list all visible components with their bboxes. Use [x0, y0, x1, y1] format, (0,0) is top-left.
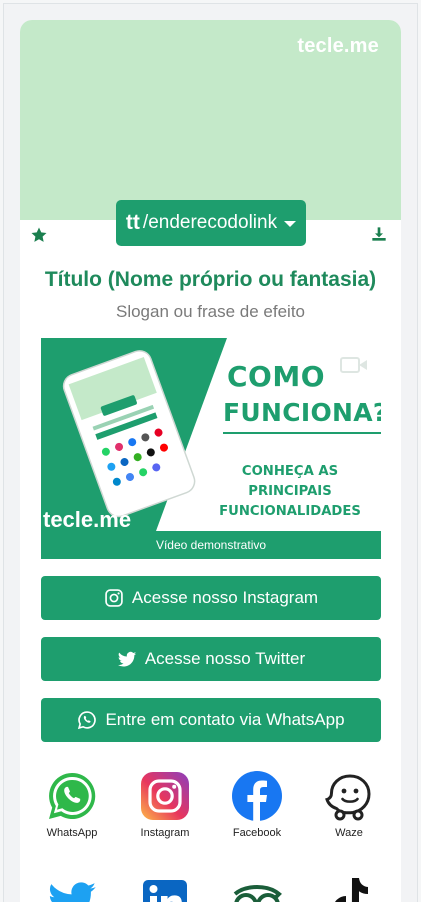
star-icon[interactable] — [30, 226, 48, 244]
tiktok-icon — [335, 878, 368, 902]
twitter-icon — [49, 882, 96, 902]
video-headline-2: FUNCIONA? — [223, 398, 381, 427]
profile-title: Título (Nome próprio ou fantasia) — [44, 268, 377, 291]
social-instagram-label: Instagram — [140, 827, 190, 839]
linkedin-icon — [143, 880, 187, 902]
social-waze[interactable]: Waze — [317, 770, 381, 839]
download-icon[interactable] — [371, 226, 387, 242]
social-facebook[interactable]: Facebook — [225, 770, 289, 839]
link-address-label: /enderecodolink — [142, 212, 278, 233]
whatsapp-icon — [49, 772, 96, 819]
facebook-icon — [232, 771, 282, 821]
caret-down-icon — [284, 221, 297, 227]
cover-image: tecle.me — [20, 20, 401, 220]
tripadvisor-icon — [233, 884, 282, 902]
link-address-button[interactable]: tt /enderecodolink — [116, 200, 306, 246]
profile-card: tecle.me tt /enderecodolink Título (Nome… — [20, 20, 401, 902]
social-whatsapp[interactable]: WhatsApp — [40, 770, 104, 839]
video-headline-underline — [223, 432, 381, 434]
instagram-button-label: Acesse nosso Instagram — [131, 588, 319, 607]
social-waze-label: Waze — [335, 827, 363, 839]
video-subline: CONHEÇA AS PRINCIPAIS FUNCIONALIDADES — [219, 464, 361, 519]
social-tiktok[interactable] — [317, 876, 381, 902]
profile-slogan: Slogan ou frase de efeito — [115, 302, 306, 321]
video-caption: Vídeo demonstrativo — [41, 531, 381, 559]
instagram-icon — [141, 772, 189, 820]
waze-icon — [325, 774, 371, 821]
demo-video[interactable]: COMO FUNCIONA? CONHEÇA AS PRINCIPAIS FUN… — [41, 338, 381, 559]
social-instagram[interactable]: Instagram — [133, 770, 197, 839]
brand-mark-icon: tt — [125, 211, 140, 234]
brand-logo: tecle.me — [297, 35, 379, 57]
social-whatsapp-label: WhatsApp — [46, 827, 98, 839]
social-tripadvisor[interactable] — [225, 876, 289, 902]
video-brand-logo: tecle.me — [43, 507, 132, 532]
social-twitter[interactable] — [40, 876, 104, 902]
twitter-link-button[interactable]: Acesse nosso Twitter — [41, 637, 381, 681]
instagram-icon — [105, 589, 123, 607]
video-headline: COMO — [227, 360, 326, 393]
social-facebook-label: Facebook — [232, 827, 282, 839]
whatsapp-link-button[interactable]: Entre em contato via WhatsApp — [41, 698, 381, 742]
instagram-link-button[interactable]: Acesse nosso Instagram — [41, 576, 381, 620]
twitter-button-label: Acesse nosso Twitter — [144, 649, 306, 668]
social-linkedin[interactable] — [133, 876, 197, 902]
whatsapp-button-label: Entre em contato via WhatsApp — [105, 710, 345, 729]
twitter-icon — [117, 651, 136, 667]
whatsapp-icon — [78, 711, 97, 730]
